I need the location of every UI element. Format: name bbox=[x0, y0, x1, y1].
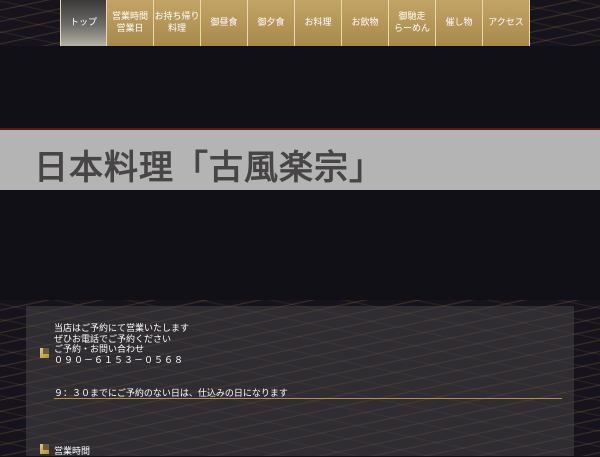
notice-line-1: 当店はご予約にて営業いたします bbox=[54, 324, 190, 334]
dark-spacer bbox=[0, 190, 600, 300]
nav-item-ramen[interactable]: 御馳走 らーめん bbox=[389, 0, 436, 46]
nav-item-dinner[interactable]: 御夕食 bbox=[248, 0, 295, 46]
notice-line-3: ご予約・お問い合わせ bbox=[54, 345, 145, 355]
nav-item-access[interactable]: アクセス bbox=[483, 0, 530, 46]
gold-marker-icon bbox=[40, 444, 49, 454]
title-banner: 日本料理「古風楽宗」 bbox=[0, 128, 600, 190]
phone-number[interactable]: ０９０－６１５３－０５６８ bbox=[54, 356, 189, 367]
main-nav: トップ 営業時間 営業日 お持ち帰り 料理 御昼食 御夕食 お料理 お飲物 御馳… bbox=[60, 0, 530, 46]
gold-divider bbox=[54, 398, 562, 399]
hours-heading: 営業時間 bbox=[54, 447, 91, 457]
notice-line-2: ぜひお電話でご予約ください bbox=[54, 334, 172, 345]
reservation-notice: 当店はご予約にて営業いたします ぜひお電話でご予約ください ご予約・お問い合わせ… bbox=[54, 324, 189, 366]
nav-item-hours[interactable]: 営業時間 営業日 bbox=[107, 0, 154, 46]
nav-item-lunch[interactable]: 御昼食 bbox=[201, 0, 248, 46]
header-dark-area bbox=[0, 46, 600, 128]
gold-marker-icon bbox=[40, 348, 49, 358]
nav-item-top[interactable]: トップ bbox=[60, 0, 107, 46]
nav-item-cuisine[interactable]: お料理 bbox=[295, 0, 342, 46]
nav-item-events[interactable]: 催し物 bbox=[436, 0, 483, 46]
nav-item-drinks[interactable]: お飲物 bbox=[342, 0, 389, 46]
nav-item-takeout[interactable]: お持ち帰り 料理 bbox=[154, 0, 201, 46]
reservation-info-panel: 当店はご予約にて営業いたします ぜひお電話でご予約ください ご予約・お問い合わせ… bbox=[26, 306, 574, 457]
page-title: 日本料理「古風楽宗」 bbox=[34, 148, 384, 188]
